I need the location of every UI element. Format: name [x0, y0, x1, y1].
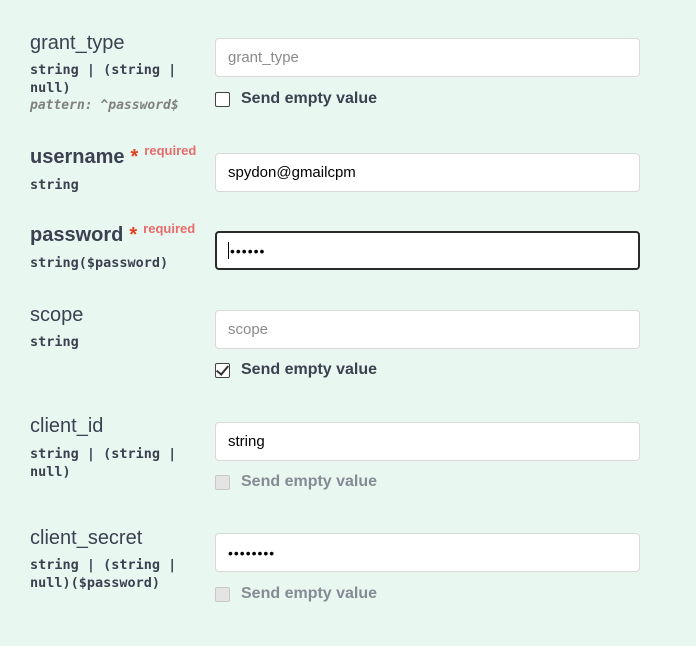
password-value: ••••••••	[228, 544, 276, 561]
send-empty-label: Send empty value	[241, 585, 378, 602]
param-name: client_id	[30, 415, 104, 437]
param-type: string | (string | null)	[30, 62, 177, 96]
password-value: ••••••	[230, 242, 266, 259]
param-name: username	[30, 146, 125, 168]
client-secret-input[interactable]: ••••••••	[215, 533, 640, 572]
required-star: *	[130, 146, 139, 168]
send-empty-value-client-id: Send empty value	[215, 473, 377, 491]
username-input[interactable]: spydon@gmailcpm	[215, 153, 640, 192]
send-empty-label: Send empty value	[241, 361, 378, 378]
param-name: grant_type	[30, 32, 125, 54]
send-empty-value-client-secret: Send empty value	[215, 585, 377, 603]
client-id-input[interactable]: string	[215, 422, 640, 461]
text-caret	[228, 242, 229, 259]
param-type: string($password)	[30, 255, 169, 271]
param-type: string | (string | null)($password)	[30, 557, 177, 591]
param-name-required: username * required	[30, 143, 197, 169]
param-type: string	[30, 334, 79, 350]
param-type: string	[30, 177, 79, 193]
param-type: string | (string | null)	[30, 446, 177, 480]
checkbox-checked-icon[interactable]	[215, 361, 230, 378]
checkbox-disabled-icon	[215, 586, 230, 602]
password-input[interactable]: ••••••	[215, 231, 640, 270]
send-empty-label: Send empty value	[241, 473, 378, 490]
checkbox-disabled-icon	[215, 474, 230, 490]
param-name: scope	[30, 304, 84, 326]
checkbox-unchecked-icon[interactable]	[215, 91, 230, 107]
scope-input[interactable]: scope	[215, 310, 640, 349]
send-empty-value-grant-type[interactable]: Send empty value	[215, 90, 377, 108]
param-pattern: pattern: ^password$	[30, 98, 179, 113]
send-empty-value-scope[interactable]: Send empty value	[215, 361, 377, 379]
param-name-required: password * required	[30, 221, 196, 247]
grant-type-input[interactable]: grant_type	[215, 38, 640, 77]
required-star: *	[129, 224, 138, 246]
required-label: required	[144, 143, 197, 158]
checkmark-icon	[215, 361, 230, 376]
param-name: client_secret	[30, 527, 143, 549]
send-empty-label: Send empty value	[241, 90, 378, 107]
param-name: password	[30, 224, 124, 246]
required-label: required	[143, 221, 196, 236]
